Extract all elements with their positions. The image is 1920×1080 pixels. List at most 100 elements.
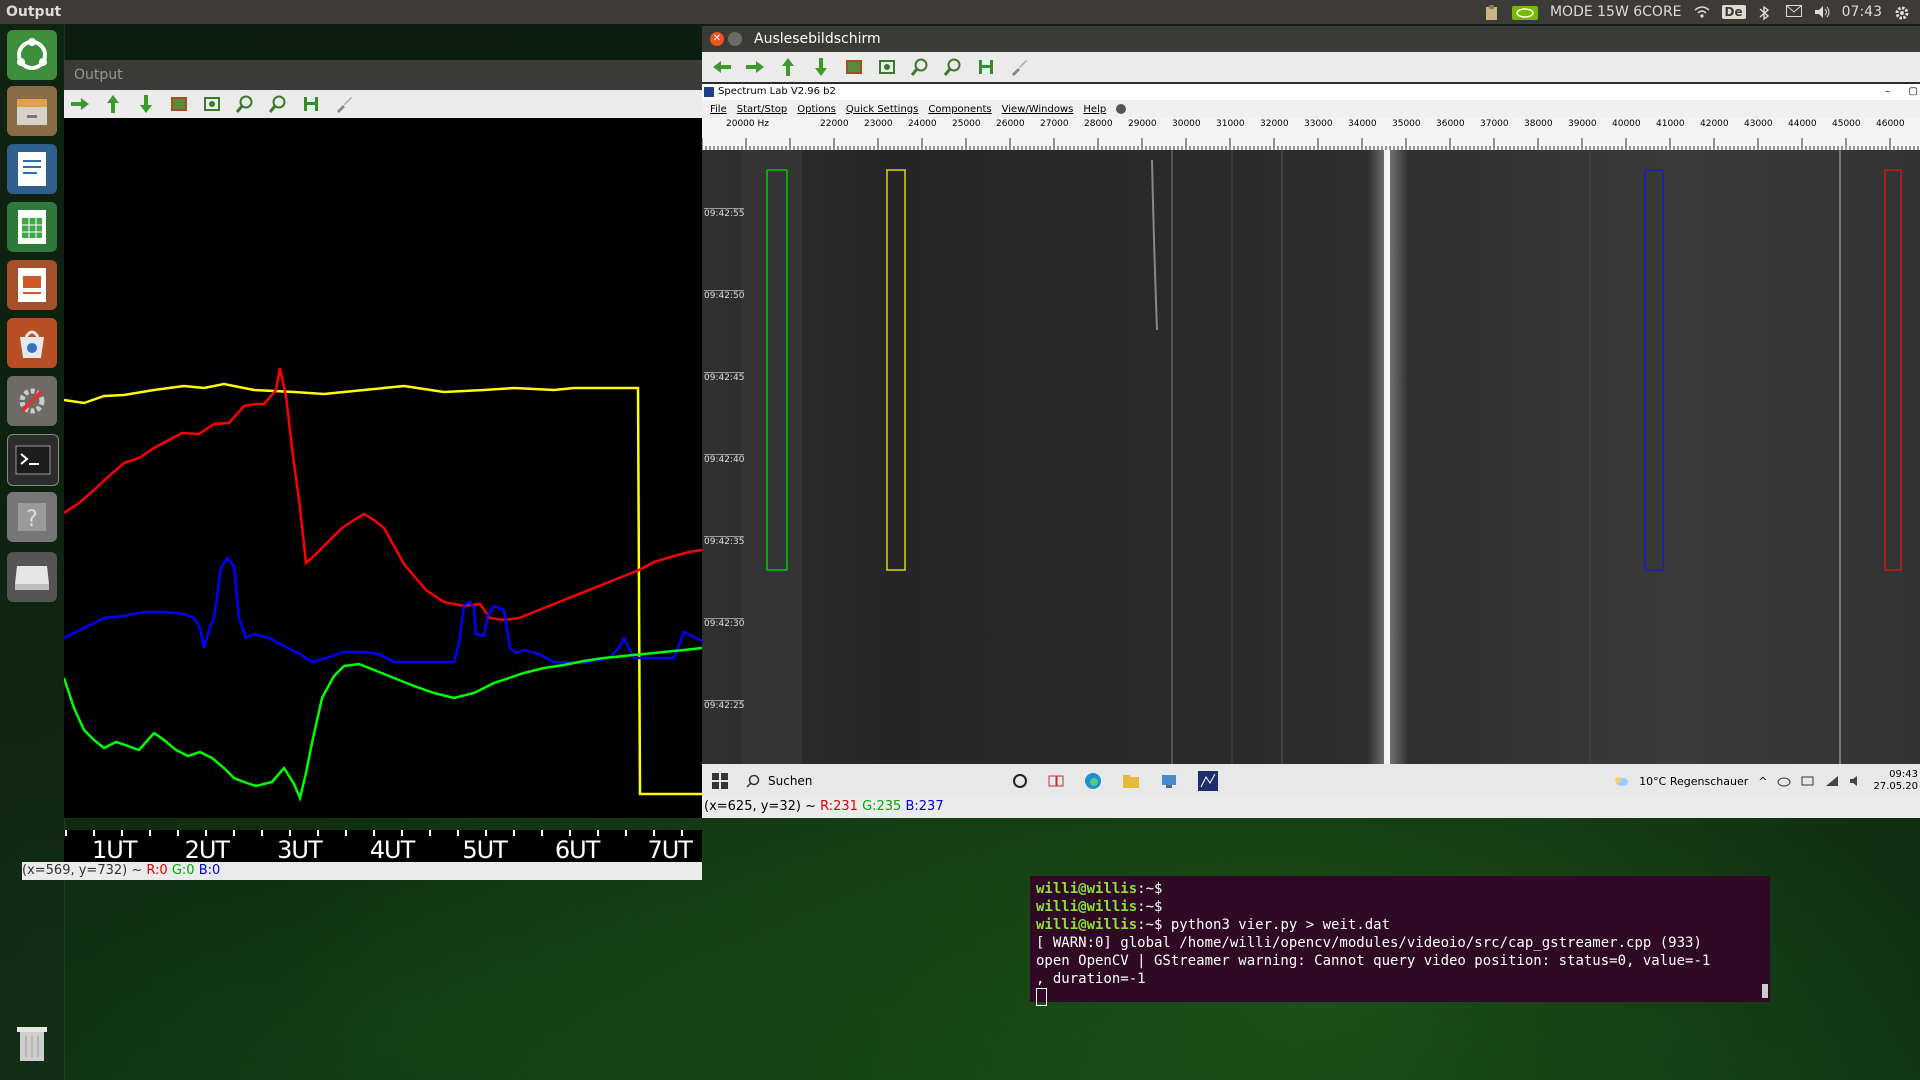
cortana-icon[interactable]	[1012, 773, 1028, 789]
waterfall-display[interactable]: 09:42:55 09:42:50 09:42:45 09:42:40 09:42:35…	[702, 150, 1920, 764]
output-status-coords: (x=569, y=732) ~	[22, 863, 147, 878]
terminal-scrollbar[interactable]	[1762, 984, 1768, 998]
calc-icon[interactable]	[7, 202, 57, 252]
help-icon[interactable]: ?	[7, 492, 57, 542]
image-icon[interactable]	[169, 94, 189, 114]
brush-icon[interactable]	[334, 94, 354, 114]
arrow-up-icon[interactable]	[778, 57, 798, 77]
arrow-right-icon[interactable]	[70, 94, 90, 114]
output-status-b: B:0	[198, 863, 221, 878]
restore-icon[interactable]: ▢	[1909, 84, 1918, 100]
green-trace	[62, 646, 703, 802]
spectrum-status-g: G:235	[862, 799, 902, 814]
network-app-icon[interactable]	[1160, 773, 1178, 789]
frequency-label: 40000	[1612, 119, 1641, 129]
network-icon[interactable]	[1825, 775, 1839, 787]
gear-icon[interactable]	[1894, 5, 1910, 20]
image-icon[interactable]	[844, 57, 864, 77]
ut-label-6: 6UT	[554, 836, 600, 864]
time-label: 09:42:55	[704, 208, 745, 219]
ut-label-4: 4UT	[369, 836, 415, 864]
zoom-fit-icon[interactable]	[202, 94, 222, 114]
zoom-out-icon[interactable]	[268, 94, 288, 114]
settings-tools-icon[interactable]	[7, 376, 57, 426]
writer-icon[interactable]	[7, 144, 57, 194]
taskbar-date[interactable]: 27.05.20	[1873, 781, 1918, 793]
file-manager-icon[interactable]	[7, 86, 57, 136]
impress-icon[interactable]	[7, 260, 57, 310]
chevron-up-icon[interactable]: ^	[1758, 775, 1767, 788]
software-center-icon[interactable]	[7, 318, 57, 368]
spectrum-lab-taskbar-icon[interactable]	[1198, 771, 1218, 791]
frequency-label: 34000	[1348, 119, 1377, 129]
frequency-scale[interactable]: 20000 Hz 22000 23000 24000 25000 26000 27000 28…	[702, 118, 1920, 151]
menu-view-windows[interactable]: View/Windows	[1002, 104, 1074, 115]
wifi-icon[interactable]	[1694, 5, 1710, 19]
zoom-in-icon[interactable]	[235, 94, 255, 114]
menu-help[interactable]: Help	[1083, 104, 1106, 115]
minimize-icon[interactable]	[728, 32, 742, 46]
arrow-down-icon[interactable]	[811, 57, 831, 77]
terminal-prompt: willi@willis	[1036, 899, 1138, 915]
weather-text[interactable]: 10°C Regenschauer	[1639, 775, 1748, 788]
spectrum-lab-window: Spectrum Lab V2.96 b2 – ▢ File Start/Sto…	[702, 82, 1920, 798]
menu-file[interactable]: File	[710, 104, 727, 115]
file-explorer-icon[interactable]	[1122, 773, 1140, 789]
bluetooth-icon[interactable]	[1758, 5, 1774, 21]
line-plot-area[interactable]	[62, 118, 703, 818]
brush-icon[interactable]	[1009, 57, 1029, 77]
menu-start-stop[interactable]: Start/Stop	[737, 104, 788, 115]
frequency-label: 26000	[996, 119, 1025, 129]
menu-options[interactable]: Options	[797, 104, 836, 115]
zoom-out-icon[interactable]	[943, 57, 963, 77]
terminal-icon[interactable]	[7, 434, 59, 486]
windows-start-icon[interactable]	[712, 773, 728, 789]
spectrum-status-bar: (x=625, y=32) ~ R:231 G:235 B:237	[702, 796, 1920, 818]
terminal-prompt-suffix: :~$	[1137, 881, 1163, 897]
ubuntu-dash-icon[interactable]	[7, 30, 57, 80]
menu-quick-settings[interactable]: Quick Settings	[846, 104, 918, 115]
weather-icon[interactable]	[1613, 774, 1629, 788]
menu-components[interactable]: Components	[928, 104, 991, 115]
speaker-icon[interactable]	[1849, 775, 1863, 787]
terminal-command: python3 vier.py > weit.dat	[1162, 917, 1391, 933]
task-view-icon[interactable]	[1048, 773, 1064, 789]
arrow-right-icon[interactable]	[745, 57, 765, 77]
clock[interactable]: 07:43	[1842, 4, 1882, 20]
taskbar-clock[interactable]: 09:43	[1873, 769, 1918, 781]
edge-icon[interactable]	[1084, 772, 1102, 790]
frequency-label: 41000	[1656, 119, 1685, 129]
battery-icon[interactable]	[1801, 775, 1815, 787]
mail-icon[interactable]	[1785, 5, 1802, 19]
zoom-fit-icon[interactable]	[877, 57, 897, 77]
frequency-label: 44000	[1788, 119, 1817, 129]
cloud-icon[interactable]	[1777, 775, 1791, 787]
arrow-left-icon[interactable]	[712, 57, 732, 77]
minimize-icon[interactable]: –	[1885, 84, 1890, 100]
clipboard-icon[interactable]	[1484, 5, 1500, 20]
arrow-down-icon[interactable]	[136, 94, 156, 114]
arrow-up-icon[interactable]	[103, 94, 123, 114]
terminal-window[interactable]: willi@willis:~$ willi@willis:~$ willi@wi…	[1030, 876, 1770, 1006]
taskbar-search-box[interactable]: Suchen	[746, 774, 1006, 788]
active-app-title: Output	[6, 4, 62, 20]
nvidia-icon[interactable]	[1511, 5, 1538, 20]
zoom-in-icon[interactable]	[910, 57, 930, 77]
ut-label-2: 2UT	[184, 836, 230, 864]
close-icon[interactable]: ✕	[710, 32, 724, 46]
volume-icon[interactable]	[1814, 5, 1830, 19]
save-icon[interactable]	[301, 94, 321, 114]
spectrum-status-coords: (x=625, y=32) ~	[704, 799, 821, 814]
spectrum-lab-titlebar[interactable]: Spectrum Lab V2.96 b2 – ▢	[702, 84, 1920, 100]
drive-icon[interactable]	[7, 552, 57, 602]
terminal-prompt-suffix: :~$	[1137, 899, 1163, 915]
gpu-mode-label[interactable]: MODE 15W 6CORE	[1550, 4, 1682, 20]
record-indicator-icon[interactable]	[1116, 104, 1127, 114]
frequency-label: 32000	[1260, 119, 1289, 129]
output-window-title[interactable]: Output	[64, 60, 702, 90]
save-icon[interactable]	[976, 57, 996, 77]
spectrum-window-titlebar[interactable]: ✕ Auslesebildschirm	[702, 26, 1920, 52]
trash-icon[interactable]	[7, 1018, 57, 1068]
time-label: 09:42:50	[704, 290, 745, 301]
keyboard-layout-indicator[interactable]: De	[1721, 5, 1746, 19]
